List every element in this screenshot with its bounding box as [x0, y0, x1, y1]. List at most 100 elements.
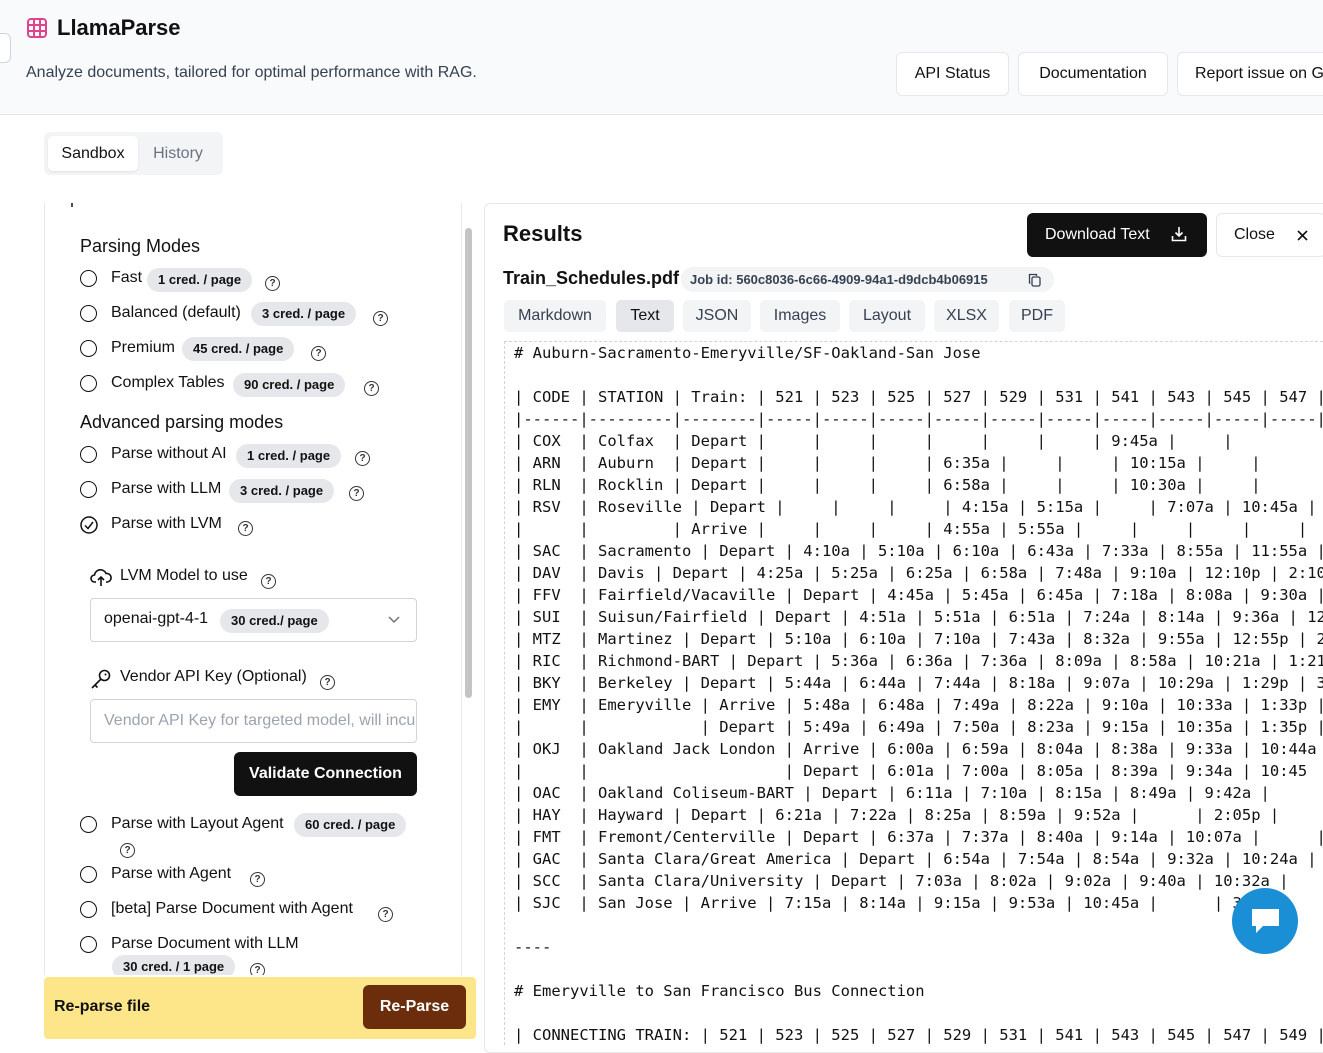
text-line: | SJC | San Jose | Arrive | 7:15a | 8:14…: [514, 894, 1242, 912]
chevron-down-icon: [388, 616, 400, 624]
validate-connection-button[interactable]: Validate Connection: [234, 752, 417, 796]
tab-markdown[interactable]: Markdown: [504, 300, 606, 332]
text-line: | HAY | Hayward | Depart | 6:21a | 7:22a…: [514, 806, 1280, 824]
view-tabs: Sandbox History: [44, 132, 223, 175]
cost-badge: 1 cred. / page: [236, 444, 342, 468]
radio-parse-with-lvm-selected[interactable]: [80, 516, 98, 534]
documentation-button[interactable]: Documentation: [1018, 52, 1168, 96]
text-output[interactable]: # Auburn-Sacramento-Emeryville/SF-Oaklan…: [504, 341, 1323, 1045]
lvm-model-value: openai-gpt-4-1: [104, 610, 209, 627]
report-issue-button[interactable]: Report issue on GitHub: [1177, 52, 1323, 96]
text-line: | SCC | Santa Clara/University | Depart …: [514, 872, 1289, 890]
copy-icon[interactable]: [1028, 273, 1041, 287]
vendor-key-input[interactable]: Vendor API Key for targeted model, will …: [90, 699, 417, 743]
api-status-button[interactable]: API Status: [896, 52, 1009, 96]
settings-panel: Parsing Modes Fast 1 cred. / page ? Bala…: [44, 203, 462, 975]
sidebar-toggle[interactable]: [0, 33, 11, 63]
text-line: | OKJ | Oakland Jack London | Arrive | 6…: [514, 740, 1317, 758]
tab-history[interactable]: History: [142, 136, 214, 171]
tab-json[interactable]: JSON: [683, 300, 751, 332]
mode-label-parse-without-ai: Parse without AI: [111, 445, 227, 462]
help-icon[interactable]: ?: [261, 574, 276, 589]
text-line: | BKY | Berkeley | Depart | 5:44a | 6:44…: [514, 674, 1323, 692]
reparse-button[interactable]: Re-Parse: [363, 985, 466, 1029]
text-line: | FFV | Fairfield/Vacaville | Depart | 4…: [514, 586, 1323, 604]
help-icon[interactable]: ?: [250, 963, 265, 975]
cost-badge: 3 cred. / page: [251, 302, 357, 326]
mode-label-parse-with-llm: Parse with LLM: [111, 480, 222, 497]
text-line: | OAC | Oakland Coliseum-BART | Depart |…: [514, 784, 1270, 802]
tab-layout[interactable]: Layout: [849, 300, 925, 332]
mode-label-premium: Premium: [111, 339, 176, 356]
chat-widget-button[interactable]: [1232, 888, 1298, 954]
mode-label-complex-tables: Complex Tables: [111, 374, 225, 391]
text-line: |------|---------|--------|-----|-----|-…: [514, 410, 1323, 428]
results-title: Results: [503, 221, 583, 246]
lvm-model-select[interactable]: openai-gpt-4-1 30 cred./ page: [90, 598, 417, 642]
text-line: | SAC | Sacramento | Depart | 4:10a | 5:…: [514, 542, 1323, 560]
text-line: | RIC | Richmond-BART | Depart | 5:36a |…: [514, 652, 1323, 670]
close-label: Close: [1234, 226, 1275, 243]
radio-parse-with-agent[interactable]: [80, 866, 97, 883]
download-text-button[interactable]: Download Text: [1027, 213, 1207, 257]
text-line: | | | Depart | 5:49a | 6:49a | 7:50a | 8…: [514, 718, 1323, 736]
radio-parse-without-ai[interactable]: [80, 446, 97, 463]
text-line: | DAV | Davis | Depart | 4:25a | 5:25a |…: [514, 564, 1323, 582]
help-icon[interactable]: ?: [364, 381, 379, 396]
text-line: | | | Arrive | | | | 4:55a | 5:55a | | |…: [514, 520, 1308, 538]
download-icon: [1171, 227, 1187, 242]
text-line: | CONNECTING TRAIN: | 521 | 523 | 525 | …: [514, 1026, 1323, 1044]
help-icon[interactable]: ?: [250, 872, 265, 887]
key-icon: [91, 669, 111, 689]
mode-label-beta-parse-document-with-agent: [beta] Parse Document with Agent: [111, 900, 353, 917]
help-icon[interactable]: ?: [238, 521, 253, 536]
reparse-bar: Re-parse file Re-Parse: [44, 977, 476, 1039]
job-id-text: Job id: 560c8036-6c66-4909-94a1-d9dcb4b0…: [690, 272, 988, 287]
help-icon[interactable]: ?: [311, 346, 326, 361]
tab-sandbox[interactable]: Sandbox: [48, 136, 138, 171]
help-icon[interactable]: ?: [320, 675, 335, 690]
text-line: | ARN | Auburn | Depart | | | | 6:35a | …: [514, 454, 1261, 472]
settings-scrollbar[interactable]: [465, 228, 472, 698]
radio-parse-with-layout-agent[interactable]: [80, 816, 97, 833]
help-icon[interactable]: ?: [373, 311, 388, 326]
radio-parse-document-with-llm[interactable]: [80, 936, 97, 953]
app-title: LlamaParse: [57, 15, 181, 40]
app-subtitle: Analyze documents, tailored for optimal …: [26, 64, 477, 81]
tab-pdf[interactable]: PDF: [1009, 300, 1065, 332]
mode-label-balanced: Balanced (default): [111, 304, 241, 321]
close-button[interactable]: Close: [1216, 213, 1323, 257]
help-icon[interactable]: ?: [120, 843, 135, 858]
radio-fast[interactable]: [80, 270, 97, 287]
radio-beta-parse-document-with-agent[interactable]: [80, 901, 97, 918]
text-line: | EMY | Emeryville | Arrive | 5:48a | 6:…: [514, 696, 1323, 714]
text-line: # Auburn-Sacramento-Emeryville/SF-Oaklan…: [514, 344, 981, 362]
help-icon[interactable]: ?: [265, 276, 280, 291]
download-text-label: Download Text: [1045, 226, 1150, 243]
mode-label-parse-with-agent: Parse with Agent: [111, 865, 232, 882]
vendor-key-placeholder: Vendor API Key for targeted model, will …: [104, 712, 416, 729]
cost-badge: 60 cred. / page: [294, 813, 407, 837]
help-icon[interactable]: ?: [378, 907, 393, 922]
text-line: # Emeryville to San Francisco Bus Connec…: [514, 982, 925, 1000]
radio-balanced[interactable]: [80, 305, 97, 322]
close-icon: [1297, 230, 1308, 241]
text-line: ----: [514, 938, 552, 956]
radio-premium[interactable]: [80, 340, 97, 357]
text-line: | GAC | Santa Clara/Great America | Depa…: [514, 850, 1317, 868]
text-line: | MTZ | Martinez | Depart | 5:10a | 6:10…: [514, 630, 1323, 648]
text-line: | CODE | STATION | Train: | 521 | 523 | …: [514, 388, 1323, 406]
tab-text[interactable]: Text: [616, 300, 674, 332]
radio-parse-with-llm[interactable]: [80, 481, 97, 498]
mode-label-parse-with-layout-agent: Parse with Layout Agent: [111, 815, 284, 832]
help-icon[interactable]: ?: [349, 486, 364, 501]
job-id-chip[interactable]: Job id: 560c8036-6c66-4909-94a1-d9dcb4b0…: [681, 267, 1054, 292]
help-icon[interactable]: ?: [355, 451, 370, 466]
result-filename: Train_Schedules.pdf: [503, 268, 680, 288]
radio-complex-tables[interactable]: [80, 375, 97, 392]
chat-icon: [1252, 909, 1279, 933]
text-line: | SUI | Suisun/Fairfield | Depart | 4:51…: [514, 608, 1323, 626]
tab-images[interactable]: Images: [760, 300, 840, 332]
tab-xlsx[interactable]: XLSX: [934, 300, 999, 332]
mode-label-parse-document-with-llm: Parse Document with LLM: [111, 935, 299, 952]
